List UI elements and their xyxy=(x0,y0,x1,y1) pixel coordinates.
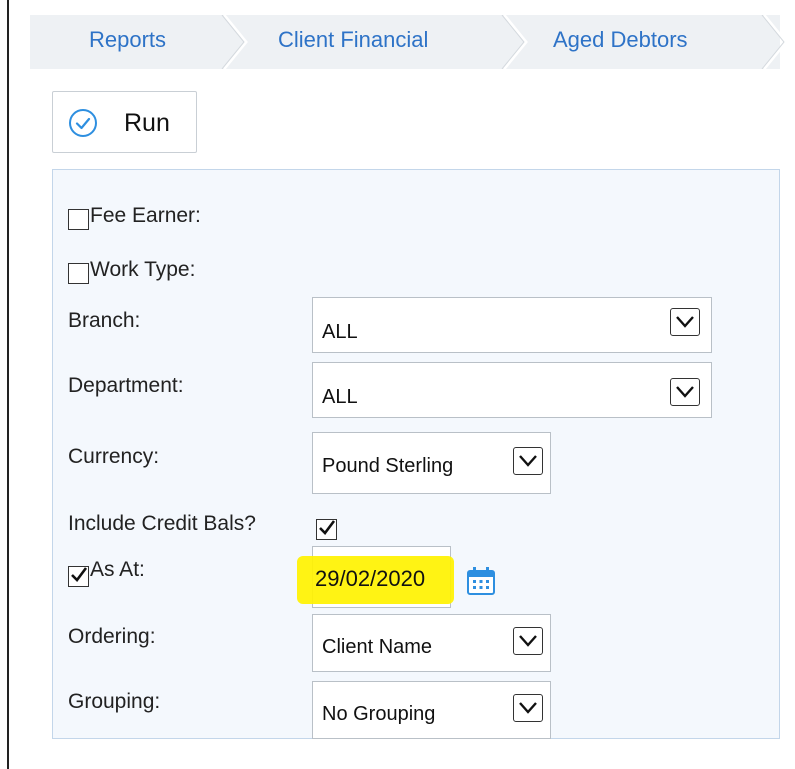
include-credit-bals-label: Include Credit Bals? xyxy=(68,512,256,535)
grouping-label: Grouping: xyxy=(68,690,161,713)
chevron-down-icon[interactable] xyxy=(670,308,700,336)
breadcrumb-separator-icon xyxy=(501,15,528,69)
as-at-checkbox[interactable] xyxy=(68,566,89,587)
ordering-select-value: Client Name xyxy=(322,636,433,658)
department-label: Department: xyxy=(68,374,184,397)
work-type-label: Work Type: xyxy=(90,258,196,281)
fee-earner-checkbox[interactable] xyxy=(68,209,89,230)
currency-label: Currency: xyxy=(68,445,160,468)
include-credit-bals-checkbox[interactable] xyxy=(316,519,337,540)
chevron-down-icon[interactable] xyxy=(513,447,543,475)
run-button-label: Run xyxy=(124,109,170,137)
fee-earner-label: Fee Earner: xyxy=(90,204,201,227)
calendar-icon[interactable] xyxy=(466,566,496,596)
branch-select-value: ALL xyxy=(322,321,358,343)
breadcrumb-aged-debtors[interactable]: Aged Debtors xyxy=(553,15,688,69)
ordering-label: Ordering: xyxy=(68,625,156,648)
breadcrumb-separator-icon xyxy=(221,15,248,69)
grouping-select[interactable]: No Grouping xyxy=(312,681,551,739)
checkmark-icon xyxy=(71,567,88,582)
chevron-down-icon[interactable] xyxy=(670,378,700,406)
as-at-date-value: 29/02/2020 xyxy=(315,566,426,591)
work-type-checkbox[interactable] xyxy=(68,263,89,284)
breadcrumb-reports[interactable]: Reports xyxy=(89,15,166,69)
check-circle-icon xyxy=(69,109,97,137)
branch-label: Branch: xyxy=(68,309,141,332)
ordering-select[interactable]: Client Name xyxy=(312,614,551,672)
department-select-value: ALL xyxy=(322,386,358,408)
grouping-select-value: No Grouping xyxy=(322,703,436,725)
department-select[interactable]: ALL xyxy=(312,362,712,418)
chevron-down-icon[interactable] xyxy=(513,694,543,722)
breadcrumb-separator-icon xyxy=(761,15,788,69)
window-edge xyxy=(7,0,9,769)
currency-select[interactable]: Pound Sterling xyxy=(312,432,551,494)
breadcrumb-client-financial[interactable]: Client Financial xyxy=(278,15,428,69)
currency-select-value: Pound Sterling xyxy=(322,455,454,477)
branch-select[interactable]: ALL xyxy=(312,297,712,353)
as-at-label: As At: xyxy=(90,558,145,581)
checkmark-icon xyxy=(319,520,336,535)
breadcrumb: Reports Client Financial Aged Debtors xyxy=(30,15,788,69)
run-button[interactable]: Run xyxy=(52,91,197,153)
chevron-down-icon[interactable] xyxy=(513,627,543,655)
